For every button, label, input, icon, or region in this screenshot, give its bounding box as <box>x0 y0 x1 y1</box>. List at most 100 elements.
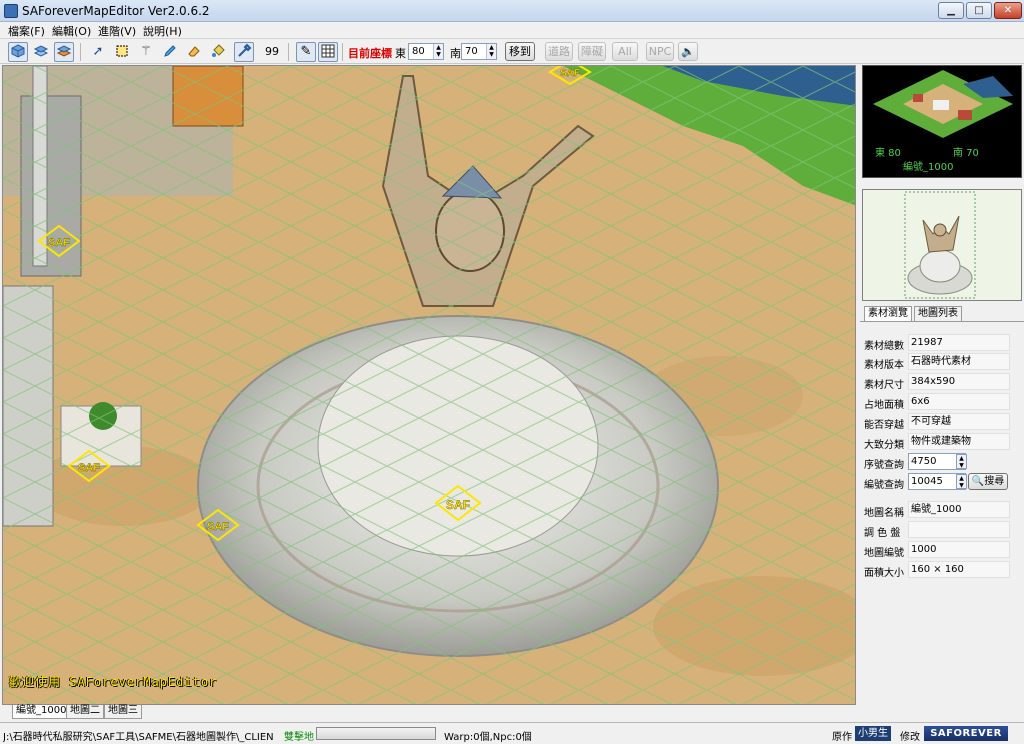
prop-value-pass: 不可穿越 <box>908 413 1010 430</box>
map-tab-3[interactable]: 地圖三 <box>104 705 142 719</box>
prop-row-mapcode: 地圖編號 1000 <box>864 541 1020 559</box>
prop-value-version: 石器時代素材 <box>908 353 1010 370</box>
status-author-badge: 小男生 <box>855 726 891 741</box>
prop-value-category: 物件或建築物 <box>908 433 1010 450</box>
saf-marker-label: SAF <box>78 462 100 474</box>
tab-asset-browser[interactable]: 素材瀏覽 <box>864 306 912 321</box>
grid-toggle-button[interactable] <box>318 42 338 62</box>
grid-icon <box>321 44 335 58</box>
menu-edit[interactable]: 編輯(O) <box>52 23 91 39</box>
east-label: 東 <box>395 47 406 60</box>
road-button[interactable]: 道路 <box>545 42 573 61</box>
east-value: 80 <box>412 46 425 57</box>
select-rect-tool[interactable] <box>112 42 132 62</box>
map-canvas[interactable]: SAF SAF SAF SAF SAF 歡迎使用 SAForeverMapEdi… <box>2 65 856 705</box>
prop-value-mapsize: 160 × 160 <box>908 561 1010 578</box>
south-label: 南 <box>450 47 461 60</box>
toolbar-separator <box>80 43 81 61</box>
prop-value-area: 6x6 <box>908 393 1010 410</box>
east-spinner-icon[interactable]: ▲ ▼ <box>433 44 443 59</box>
status-warp-count: Warp:0個,Npc:0個 <box>444 732 532 743</box>
prop-row-mapname: 地圖名稱 編號_1000 <box>864 501 1020 519</box>
prop-label: 編號查詢 <box>864 480 904 491</box>
toolbar: ➚ ⚚ 99 ✎ 目前座標 東 80 ▲ ▼ 南 70 ▲ ▼ 移到 道路 障礙 All… <box>0 38 1024 64</box>
prop-row-category: 大致分類 物件或建築物 <box>864 433 1020 451</box>
prop-value-mapcode: 1000 <box>908 541 1010 558</box>
npc-button[interactable]: NPC <box>646 42 674 61</box>
pointer-icon: ➚ <box>92 44 104 59</box>
prop-label: 大致分類 <box>864 440 904 451</box>
east-input[interactable]: 80 ▲ ▼ <box>408 43 444 60</box>
magic-wand-icon: ⚚ <box>140 44 152 59</box>
tab-map-list[interactable]: 地圖列表 <box>914 306 962 321</box>
prop-row-total: 素材總數 21987 <box>864 334 1020 352</box>
obstacle-button[interactable]: 障礙 <box>578 42 606 61</box>
eyedropper-tool[interactable] <box>234 42 254 62</box>
prop-label: 素材總數 <box>864 341 904 352</box>
minimap-east: 東 80 <box>875 148 901 159</box>
prop-value-size: 384x590 <box>908 373 1010 390</box>
layer-ground-icon <box>11 44 25 58</box>
prop-row-palette: 調 色 盤 <box>864 521 1020 539</box>
magic-wand-tool[interactable]: ⚚ <box>136 42 156 62</box>
all-button[interactable]: All <box>612 42 638 61</box>
search-icon: 🔍 <box>971 476 985 487</box>
pointer-tool[interactable]: ➚ <box>88 42 108 62</box>
fill-icon <box>212 44 225 57</box>
fill-tool[interactable] <box>208 42 228 62</box>
close-icon: ✕ <box>1003 5 1013 16</box>
eraser-icon <box>188 46 200 57</box>
code-spinner-icon[interactable]: ▲ ▼ <box>956 474 967 489</box>
prop-label: 占地面積 <box>864 400 904 411</box>
title-bar: SAForeverMapEditor Ver2.0.6.2 ▁ □ ✕ <box>0 0 1024 22</box>
status-bar: J:\石器時代私服研究\SAF工具\SAFME\石器地圖製作\_CLIENT\ … <box>0 722 1024 744</box>
panel-tab-strip: 素材瀏覽 地圖列表 <box>862 306 1024 321</box>
menu-help[interactable]: 說明(H) <box>143 23 182 39</box>
prop-label: 調 色 盤 <box>864 528 901 539</box>
goto-button[interactable]: 移到 <box>505 42 535 61</box>
minimize-icon: ▁ <box>947 5 955 16</box>
prop-value-mapname: 編號_1000 <box>908 501 1010 518</box>
minimize-button[interactable]: ▁ <box>938 2 964 19</box>
minimap[interactable]: 東 80 南 70 編號_1000 <box>862 65 1022 178</box>
prop-row-version: 素材版本 石器時代素材 <box>864 353 1020 371</box>
serial-spinner-icon[interactable]: ▲ ▼ <box>956 454 967 469</box>
map-tab-strip: 編號_1000 地圖二 地圖三 <box>0 705 856 719</box>
toolbar-separator <box>288 43 289 61</box>
close-button[interactable]: ✕ <box>994 2 1022 19</box>
pencil-tool[interactable] <box>160 42 180 62</box>
south-spinner-icon[interactable]: ▲ ▼ <box>486 44 496 59</box>
prop-row-size: 素材尺寸 384x590 <box>864 373 1020 391</box>
map-scene: SAF SAF SAF SAF SAF <box>3 66 855 704</box>
prop-row-area: 占地面積 6x6 <box>864 393 1020 411</box>
search-label: 搜尋 <box>984 476 1005 487</box>
pencil-icon <box>164 45 176 57</box>
search-button[interactable]: 🔍搜尋 <box>968 473 1008 490</box>
prop-label: 地圖名稱 <box>864 508 904 519</box>
sound-button[interactable]: 🔈 <box>678 42 698 61</box>
speaker-icon: 🔈 <box>681 45 695 58</box>
welcome-message: 歡迎使用 SAForeverMapEditor <box>9 675 218 689</box>
prop-row-serial: 序號查詢 4750 ▲ ▼ <box>864 453 1020 471</box>
layer-ground-button[interactable] <box>8 42 28 62</box>
draw-mode-button[interactable]: ✎ <box>296 42 316 62</box>
status-progress-bar <box>316 727 436 740</box>
map-tab-2[interactable]: 地圖二 <box>66 705 104 719</box>
south-input[interactable]: 70 ▲ ▼ <box>461 43 497 60</box>
status-path: J:\石器時代私服研究\SAF工具\SAFME\石器地圖製作\_CLIENT\ <box>3 732 273 743</box>
map-tab-1[interactable]: 編號_1000 <box>12 705 71 719</box>
prop-row-code: 編號查詢 10045 ▲ ▼ 🔍搜尋 <box>864 473 1020 491</box>
maximize-button[interactable]: □ <box>966 2 992 19</box>
south-value: 70 <box>465 46 478 57</box>
layer-combined-button[interactable] <box>54 42 74 62</box>
prop-value-total: 21987 <box>908 334 1010 351</box>
brush-size: 99 <box>265 45 279 58</box>
minimap-map-name: 編號_1000 <box>903 162 954 173</box>
layer-object-button[interactable] <box>31 42 51 62</box>
menu-file[interactable]: 檔案(F) <box>8 23 45 39</box>
prop-value-palette <box>908 521 1010 538</box>
eraser-tool[interactable] <box>184 42 204 62</box>
coord-label: 目前座標 <box>348 47 392 60</box>
minimap-south: 南 70 <box>953 148 979 159</box>
menu-advanced[interactable]: 進階(V) <box>98 23 136 39</box>
